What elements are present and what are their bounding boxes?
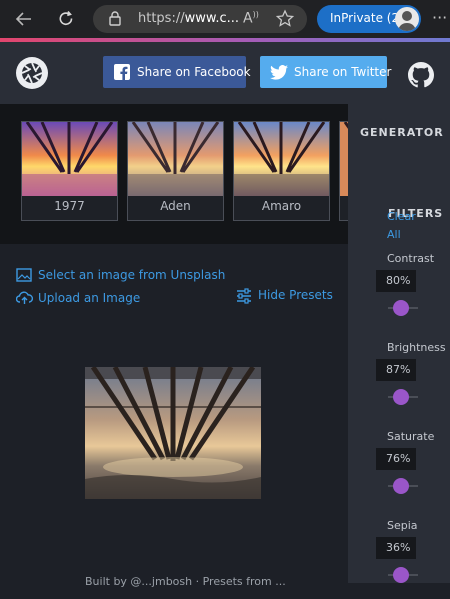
slider-thumb[interactable] bbox=[393, 567, 409, 583]
avatar bbox=[395, 7, 419, 31]
image-icon bbox=[16, 268, 32, 282]
browser-toolbar: https://www.c... A)) InPrivate (2) ··· bbox=[0, 0, 450, 38]
slider-thumb[interactable] bbox=[393, 300, 409, 316]
presets-strip: 1977 Aden Amaro bbox=[0, 104, 348, 244]
filter-value: 87% bbox=[376, 359, 416, 381]
inprivate-button[interactable]: InPrivate (2) bbox=[317, 5, 421, 33]
filter-contrast: Contrast 80% bbox=[376, 252, 444, 332]
preset-amaro[interactable]: Amaro bbox=[233, 121, 330, 221]
preset-thumbnail bbox=[22, 122, 117, 196]
twitter-icon bbox=[270, 65, 288, 80]
preset-thumbnail bbox=[128, 122, 223, 196]
preset-thumbnail bbox=[234, 122, 329, 196]
favorite-star-icon[interactable] bbox=[275, 9, 295, 33]
slider-thumb[interactable] bbox=[393, 389, 409, 405]
share-twitter-button[interactable]: Share on Twitter bbox=[260, 56, 391, 88]
generator-sidebar: GENERATOR FILTERS Clear All Contrast 80%… bbox=[348, 104, 450, 583]
filter-sepia: Sepia 36% bbox=[376, 519, 444, 599]
github-icon[interactable] bbox=[408, 62, 434, 88]
filter-value: 36% bbox=[376, 537, 416, 559]
cloud-upload-icon bbox=[16, 291, 33, 304]
preview-image bbox=[85, 367, 261, 499]
preset-aden[interactable]: Aden bbox=[127, 121, 224, 221]
camera-aperture-logo-icon[interactable] bbox=[15, 56, 49, 90]
filter-saturate: Saturate 76% bbox=[376, 430, 444, 510]
filter-value: 80% bbox=[376, 270, 416, 292]
facebook-icon bbox=[114, 64, 130, 80]
preset-1977[interactable]: 1977 bbox=[21, 121, 118, 221]
filter-brightness: Brightness 87% bbox=[376, 341, 446, 421]
filter-value: 76% bbox=[376, 448, 416, 470]
preset-next[interactable] bbox=[339, 121, 348, 221]
main-area: Select an image from Unsplash Upload an … bbox=[0, 244, 348, 588]
refresh-icon[interactable] bbox=[56, 9, 76, 33]
slider-thumb[interactable] bbox=[393, 478, 409, 494]
back-arrow-icon[interactable] bbox=[14, 9, 34, 33]
sliders-icon bbox=[237, 288, 251, 304]
generator-title: GENERATOR bbox=[360, 126, 444, 139]
url-text: https://www.c... bbox=[138, 11, 239, 26]
lock-icon bbox=[109, 11, 121, 26]
preset-thumbnail bbox=[340, 122, 348, 196]
more-icon[interactable]: ··· bbox=[432, 10, 447, 26]
footer-credits: Built by @...jmbosh · Presets from ... bbox=[85, 575, 286, 588]
read-aloud-icon[interactable]: A)) bbox=[243, 11, 259, 26]
clear-all-button[interactable]: Clear All bbox=[387, 208, 421, 244]
app-header: Share on Facebook Share on Twitter bbox=[0, 42, 450, 104]
share-facebook-button[interactable]: Share on Facebook bbox=[103, 56, 251, 88]
